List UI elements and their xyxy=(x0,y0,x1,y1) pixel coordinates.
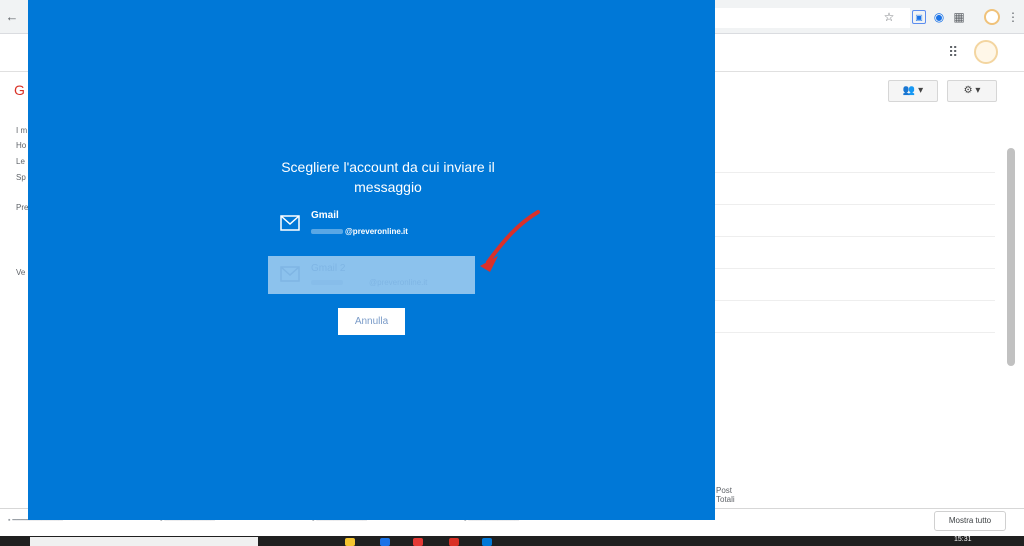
dialog-title: Scegliere l'account da cui inviare il me… xyxy=(281,159,495,195)
scrollbar[interactable] xyxy=(1007,148,1015,366)
account-email: @preveronline.it xyxy=(369,278,428,287)
profile-avatar[interactable] xyxy=(984,9,1000,25)
apps-grid-icon[interactable]: ⠿ xyxy=(948,45,962,59)
mail-icon xyxy=(280,266,300,282)
totals-label: Totali xyxy=(716,495,735,504)
account-avatar[interactable] xyxy=(974,40,998,64)
star-icon[interactable]: ☆ xyxy=(882,10,896,24)
app-icon[interactable] xyxy=(413,538,423,546)
browser-app-icon[interactable] xyxy=(380,538,390,546)
divider xyxy=(715,268,995,269)
extension-dot-icon[interactable]: ◉ xyxy=(932,10,946,24)
account-name: Gmail xyxy=(311,210,339,221)
account-option-gmail-2[interactable]: Gmail 2 @preveronline.it xyxy=(268,256,475,294)
taskbar-clock: 15:31 xyxy=(954,536,972,543)
sidebar-link[interactable]: Pre xyxy=(16,203,28,212)
address-bar[interactable] xyxy=(700,8,910,28)
account-picker-dialog: Scegliere l'account da cui inviare il me… xyxy=(28,0,715,520)
menu-dots-icon[interactable]: ⋮ xyxy=(1006,10,1020,24)
mail-app-icon[interactable] xyxy=(482,538,492,546)
account-email: @preveronline.it xyxy=(345,227,408,236)
divider xyxy=(715,300,995,301)
divider xyxy=(715,204,995,205)
taskbar-search[interactable] xyxy=(30,537,258,546)
sidebar-link[interactable]: Ve xyxy=(16,268,25,277)
settings-button[interactable]: ⚙ ▾ xyxy=(947,80,997,102)
show-all-downloads-button[interactable]: Mostra tutto xyxy=(934,511,1006,531)
extension-icon[interactable]: ▣ xyxy=(912,10,926,24)
sidebar-link[interactable]: Le xyxy=(16,157,25,166)
cancel-button[interactable]: Annulla xyxy=(338,308,405,335)
redacted-username xyxy=(311,280,343,285)
redacted-username xyxy=(311,229,343,234)
divider xyxy=(715,236,995,237)
mail-icon xyxy=(280,215,300,231)
sidebar-link[interactable]: Sp xyxy=(16,173,26,182)
extension-grid-icon[interactable]: ▦ xyxy=(952,10,966,24)
sidebar-link[interactable]: I m xyxy=(16,126,27,135)
app-logo-letter: G xyxy=(14,82,25,98)
sidebar-link[interactable]: Ho xyxy=(16,141,26,150)
account-option-gmail[interactable]: Gmail @preveronline.it xyxy=(268,205,475,243)
divider xyxy=(715,332,995,333)
chrome-icon[interactable] xyxy=(449,538,459,546)
post-label: Post xyxy=(716,486,733,495)
contacts-button[interactable]: 👥 ▾ xyxy=(888,80,938,102)
red-arrow-annotation xyxy=(480,210,540,272)
divider xyxy=(715,172,995,173)
back-arrow-icon[interactable]: ← xyxy=(4,9,20,25)
file-explorer-icon[interactable] xyxy=(345,538,355,546)
account-name: Gmail 2 xyxy=(311,263,346,274)
